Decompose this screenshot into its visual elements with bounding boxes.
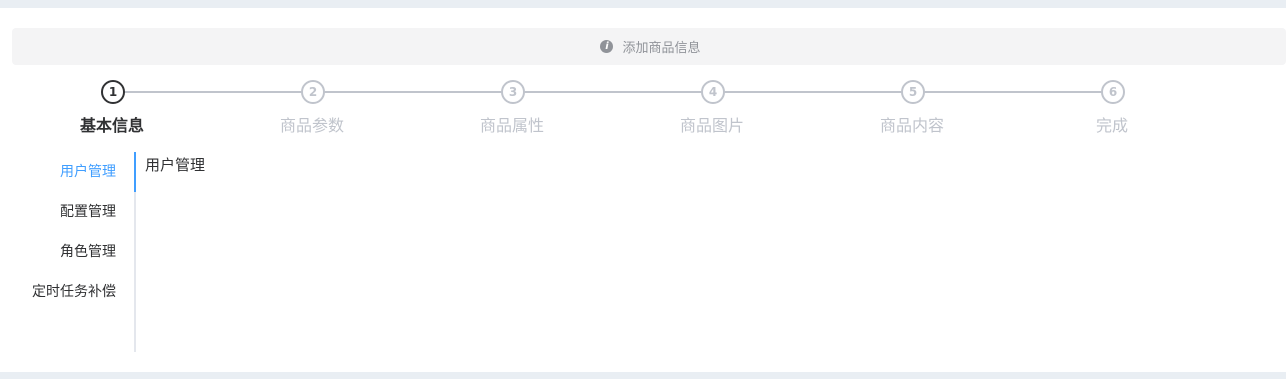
step-connector: [324, 91, 502, 93]
step-title-1: 基本信息: [79, 116, 144, 135]
step-title-3: 商品属性: [479, 116, 544, 135]
step-icon-1: 1: [101, 80, 125, 104]
step-title-5: 商品内容: [879, 116, 944, 135]
tab-scheduled-task-compensation[interactable]: 定时任务补偿: [32, 272, 116, 312]
step-icon-2: 2: [301, 80, 325, 104]
vertical-tabs: 用户管理 配置管理 角色管理 定时任务补偿 用户管理: [0, 152, 1286, 352]
tab-active-indicator: [134, 152, 136, 192]
step-connector: [924, 91, 1102, 93]
step-icon-5: 5: [901, 80, 925, 104]
step-connector: [724, 91, 902, 93]
tab-role-management[interactable]: 角色管理: [60, 232, 116, 272]
tab-panel-content: 用户管理: [145, 156, 206, 174]
step-title-4: 商品图片: [679, 116, 744, 135]
alert-text: 添加商品信息: [622, 41, 701, 56]
tab-user-management[interactable]: 用户管理: [60, 152, 116, 192]
step-icon-3: 3: [501, 80, 525, 104]
tab-config-management[interactable]: 配置管理: [60, 192, 116, 232]
step-title-6: 完成: [1095, 116, 1128, 135]
steps: 1 2 3 4 5 6 基本信息 商品参数 商品属性 商品图片 商品内容 完成: [0, 80, 1286, 140]
step-connector: [124, 91, 302, 93]
info-icon: i: [600, 40, 614, 53]
step-title-2: 商品参数: [279, 116, 344, 135]
step-icon-6: 6: [1101, 80, 1125, 104]
content-card: i 添加商品信息 1 2 3 4 5 6 基本信息 商品参数 商品属性 商品图片…: [0, 8, 1286, 372]
step-connector: [524, 91, 702, 93]
step-icon-4: 4: [701, 80, 725, 104]
info-alert: i 添加商品信息: [12, 28, 1286, 65]
